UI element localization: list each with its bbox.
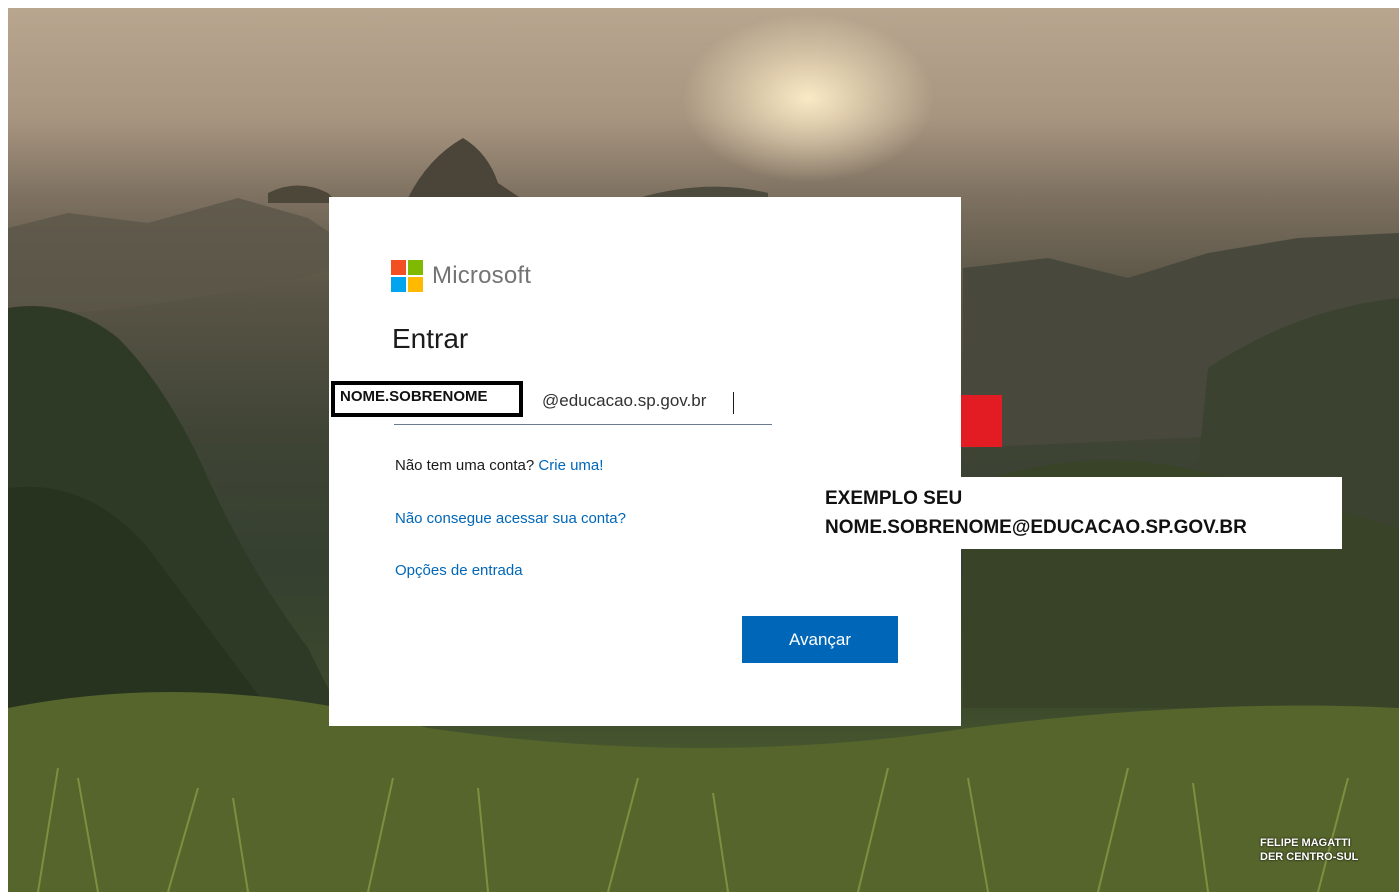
no-account-text: Não tem uma conta? (395, 457, 535, 474)
credit-line-1: FELIPE MAGATTI (1260, 837, 1351, 849)
logo-square-green (408, 260, 423, 275)
credit-line-2: DER CENTRO-SUL (1260, 851, 1359, 863)
instruction-callout: EXEMPLO SEU NOME.SOBRENOME@EDUCACAO.SP.G… (817, 477, 1342, 549)
create-account-link[interactable]: Crie uma! (538, 457, 603, 474)
logo-square-blue (391, 277, 406, 292)
page-title: Entrar (392, 323, 469, 354)
next-button[interactable]: Avançar (742, 616, 898, 663)
signin-card: Microsoft Entrar @educacao.sp.gov.br Não… (329, 197, 961, 726)
text-cursor (733, 392, 734, 414)
logo-square-yellow (408, 277, 423, 292)
username-highlight-box: NOME.SOBRENOME (331, 381, 523, 417)
email-field-underline (394, 424, 772, 425)
microsoft-logo: Microsoft (391, 260, 531, 292)
brand-name: Microsoft (432, 262, 532, 289)
cant-access-account-link[interactable]: Não consegue acessar sua conta? (395, 510, 626, 527)
callout-line-1: EXEMPLO SEU (825, 488, 963, 509)
email-domain-text: @educacao.sp.gov.br (542, 391, 707, 410)
author-credit: FELIPE MAGATTI DER CENTRO-SUL (1260, 836, 1358, 864)
logo-square-red (391, 260, 406, 275)
microsoft-logo-icon (391, 260, 423, 292)
signin-options-link[interactable]: Opções de entrada (395, 562, 523, 579)
callout-line-2: NOME.SOBRENOME@EDUCACAO.SP.GOV.BR (825, 517, 1247, 538)
no-account-row: Não tem uma conta? Crie uma! (395, 457, 603, 474)
